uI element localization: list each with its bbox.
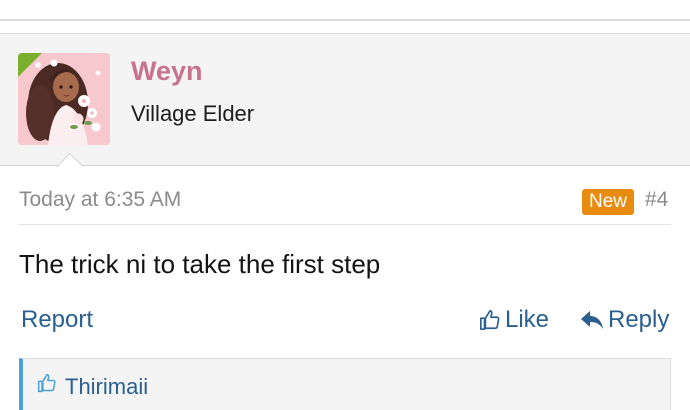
like-button[interactable]: Like xyxy=(479,306,549,334)
post-header-divider xyxy=(19,224,671,225)
top-divider xyxy=(0,19,690,21)
like-label: Like xyxy=(505,306,550,333)
user-title: Village Elder xyxy=(131,101,255,126)
reply-arrow-icon xyxy=(581,311,603,329)
likes-user-link[interactable]: Thirimaii xyxy=(65,374,148,400)
report-button[interactable]: Report xyxy=(21,306,93,334)
thumbs-up-icon xyxy=(37,373,56,393)
reply-button[interactable]: Reply xyxy=(580,306,669,334)
new-badge: New xyxy=(582,189,635,215)
post-date[interactable]: Today at 6:35 AM xyxy=(19,188,181,212)
online-indicator-icon xyxy=(18,53,42,77)
avatar[interactable] xyxy=(18,53,110,145)
reply-label: Reply xyxy=(608,306,670,333)
post-body: The trick ni to take the first step xyxy=(19,249,381,279)
thumbs-up-icon xyxy=(480,310,500,330)
post-number[interactable]: #4 xyxy=(645,188,668,212)
likes-summary: Thirimaii xyxy=(19,358,671,410)
post-user-block: Weyn Village Elder xyxy=(0,33,690,166)
username-link[interactable]: Weyn xyxy=(131,56,203,87)
user-block-pointer xyxy=(56,151,84,167)
